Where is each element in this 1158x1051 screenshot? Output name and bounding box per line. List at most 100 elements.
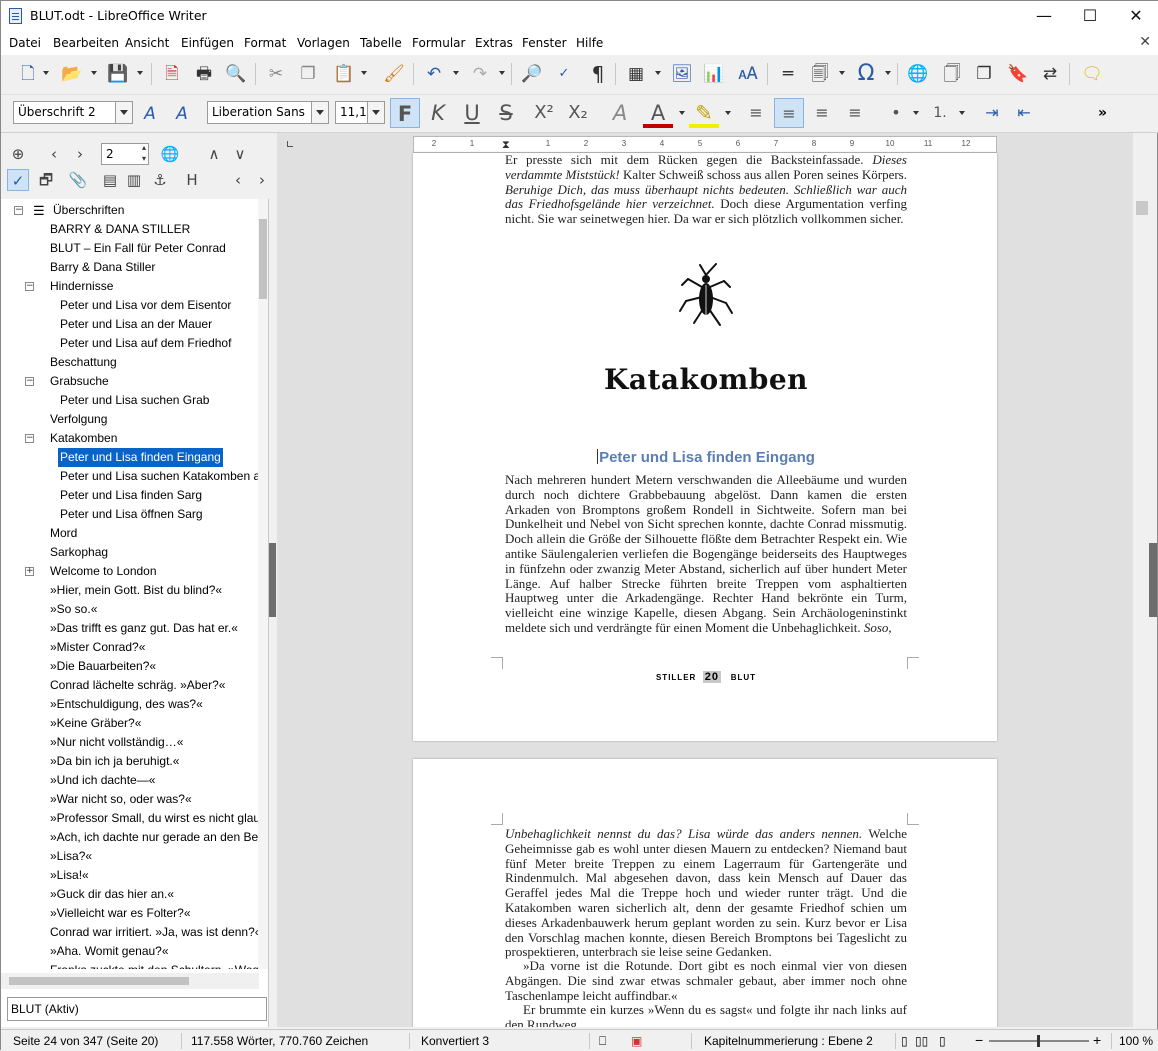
page-spinner[interactable]: 2: [101, 142, 149, 165]
navigator-heading[interactable]: Peter und Lisa öffnen Sarg: [60, 505, 203, 524]
navigator-heading[interactable]: Franks zuckte mit den Schultern. »Weg.«: [50, 961, 259, 969]
sidebar-splitter[interactable]: [269, 133, 277, 1027]
minimize-button[interactable]: —: [1021, 1, 1067, 31]
navigator-heading-selected[interactable]: Peter und Lisa finden Eingang: [58, 448, 223, 467]
font-size-combo[interactable]: 11,1: [335, 101, 385, 124]
font-name-combo[interactable]: Liberation Sans: [207, 101, 329, 124]
zoom-in-icon[interactable]: +: [1093, 1032, 1101, 1048]
set-reminder-icon[interactable]: 🗗: [35, 169, 57, 191]
navigator-heading[interactable]: Conrad war irritiert. »Ja, was ist denn?…: [50, 923, 259, 942]
paragraph-style-combo[interactable]: Überschrift 2: [13, 101, 133, 124]
navigator-heading[interactable]: Welcome to London: [50, 562, 157, 581]
navigator-vertical-scrollbar[interactable]: [258, 199, 268, 969]
content-navigation-icon[interactable]: ✓: [7, 169, 29, 191]
document-canvas[interactable]: 2 1 1 2 3 4 5 6 7 8 9 10 11 12 ⧗ Er presste sich mit d…: [277, 133, 1133, 1027]
body-paragraph[interactable]: Nach mehreren hundert Metern verschwande…: [505, 473, 907, 649]
more-tools-icon[interactable]: »: [1098, 105, 1107, 121]
menu-tabelle[interactable]: Tabelle: [360, 36, 402, 50]
navigator-heading[interactable]: »Da bin ich ja beruhigt.«: [50, 752, 179, 771]
numbered-dropdown-icon[interactable]: [959, 111, 965, 115]
scroll-thumb[interactable]: [9, 977, 189, 985]
navigation-compass-icon[interactable]: ⊕: [7, 143, 29, 165]
underline-button[interactable]: U: [457, 98, 487, 128]
justify-icon[interactable]: ≡: [840, 98, 870, 128]
chevron-down-icon[interactable]: [256, 998, 266, 1020]
horizontal-ruler[interactable]: 2 1 1 2 3 4 5 6 7 8 9 10 11 12 ⧗: [413, 136, 997, 153]
insert-bookmark-icon[interactable]: 🔖: [1005, 61, 1031, 87]
navigator-heading[interactable]: Peter und Lisa auf dem Friedhof: [60, 334, 231, 353]
zoom-slider[interactable]: [989, 1035, 1089, 1047]
navigator-heading[interactable]: »Entschuldigung, des was?«: [50, 695, 203, 714]
zoom-level[interactable]: 100 %: [1119, 1034, 1153, 1048]
navigator-heading[interactable]: »Hier, mein Gott. Bist du blind?«: [50, 581, 222, 600]
close-window-button[interactable]: ✕: [1113, 1, 1158, 31]
collapse-icon[interactable]: −: [25, 377, 34, 386]
spelling-icon[interactable]: ✓: [551, 61, 577, 87]
navigator-heading[interactable]: Conrad lächelte schräg. »Aber?«: [50, 676, 225, 695]
navigator-heading[interactable]: »Nur nicht vollständig…«: [50, 733, 183, 752]
collapse-icon[interactable]: −: [14, 206, 23, 215]
sidebar-collapse-handle[interactable]: [1149, 543, 1157, 617]
navigator-heading[interactable]: »Vielleicht war es Folter?«: [50, 904, 191, 923]
insert-chart-icon[interactable]: 📊: [701, 61, 727, 87]
document-modified-icon[interactable]: ▣: [631, 1034, 642, 1048]
zoom-out-icon[interactable]: −: [975, 1032, 983, 1048]
increase-indent-icon[interactable]: ⇥: [977, 98, 1007, 128]
print-preview-icon[interactable]: 🔍: [223, 61, 249, 87]
navigator-heading[interactable]: Peter und Lisa an der Mauer: [60, 315, 212, 334]
chevron-down-icon[interactable]: [367, 102, 384, 123]
align-left-icon[interactable]: ≡: [741, 98, 771, 128]
anchor-icon[interactable]: ⚓: [149, 169, 171, 191]
chevron-down-icon[interactable]: [311, 102, 328, 123]
menu-fenster[interactable]: Fenster: [522, 36, 567, 50]
undo-icon[interactable]: ↶: [421, 61, 447, 87]
navigator-heading[interactable]: »Keine Gräber?«: [50, 714, 141, 733]
navigator-heading[interactable]: Peter und Lisa vor dem Eisentor: [60, 296, 231, 315]
navigator-heading[interactable]: Hindernisse: [50, 277, 113, 296]
italic-button[interactable]: K: [423, 98, 453, 128]
navigator-heading[interactable]: »So so.«: [50, 600, 97, 619]
navigator-heading[interactable]: »Die Bauarbeiten?«: [50, 657, 156, 676]
highlight-dropdown-icon[interactable]: [725, 111, 731, 115]
maximize-button[interactable]: ☐: [1067, 1, 1113, 31]
formatting-marks-icon[interactable]: ¶: [585, 61, 611, 87]
menu-datei[interactable]: Datei: [9, 36, 41, 50]
menu-hilfe[interactable]: Hilfe: [576, 36, 603, 50]
body-paragraph[interactable]: Unbehaglichkeit nennst du das? Lisa würd…: [505, 826, 907, 960]
align-right-icon[interactable]: ≡: [807, 98, 837, 128]
insert-field-icon[interactable]: 🗐: [807, 61, 833, 87]
insert-mode-icon[interactable]: ⎕: [599, 1034, 606, 1049]
book-view-icon[interactable]: ▯: [939, 1034, 946, 1048]
previous-icon[interactable]: ‹: [43, 143, 65, 165]
bullet-list-icon[interactable]: •: [881, 98, 911, 128]
bold-button[interactable]: F: [390, 98, 420, 128]
numbered-list-icon[interactable]: 1.: [925, 98, 955, 128]
update-style-icon[interactable]: A: [137, 101, 163, 127]
insert-table-icon[interactable]: ▦: [623, 61, 649, 87]
menu-extras[interactable]: Extras: [475, 36, 513, 50]
menu-format[interactable]: Format: [244, 36, 286, 50]
menu-vorlagen[interactable]: Vorlagen: [297, 36, 350, 50]
body-paragraph[interactable]: »Da vorne ist die Rotunde. Dort gibt es …: [505, 958, 907, 1003]
collapse-icon[interactable]: −: [25, 434, 34, 443]
find-replace-icon[interactable]: 🔎: [519, 61, 545, 87]
undo-dropdown-icon[interactable]: [453, 71, 459, 75]
navigator-heading[interactable]: Beschattung: [50, 353, 117, 372]
move-left-icon[interactable]: ‹: [227, 169, 249, 191]
drag-mode-icon[interactable]: 🌐: [159, 143, 181, 165]
field-dropdown-icon[interactable]: [839, 71, 845, 75]
navigator-heading[interactable]: »Mister Conrad?«: [50, 638, 145, 657]
copy-icon[interactable]: ❐: [295, 61, 321, 87]
paste-icon[interactable]: 📋: [331, 61, 357, 87]
collapse-icon[interactable]: −: [25, 282, 34, 291]
chevron-down-icon[interactable]: [115, 102, 132, 123]
navigator-heading[interactable]: Verfolgung: [50, 410, 107, 429]
save-icon[interactable]: 💾: [105, 61, 131, 87]
font-color-dropdown-icon[interactable]: [679, 111, 685, 115]
insert-textbox-icon[interactable]: 🗚: [735, 61, 761, 87]
attachment-icon[interactable]: 📎: [67, 169, 89, 191]
collapse-handle[interactable]: [269, 543, 276, 617]
demote-chapter-icon[interactable]: ∨: [229, 143, 251, 165]
insert-cross-reference-icon[interactable]: ⇄: [1037, 61, 1063, 87]
scroll-thumb[interactable]: [1136, 201, 1148, 215]
